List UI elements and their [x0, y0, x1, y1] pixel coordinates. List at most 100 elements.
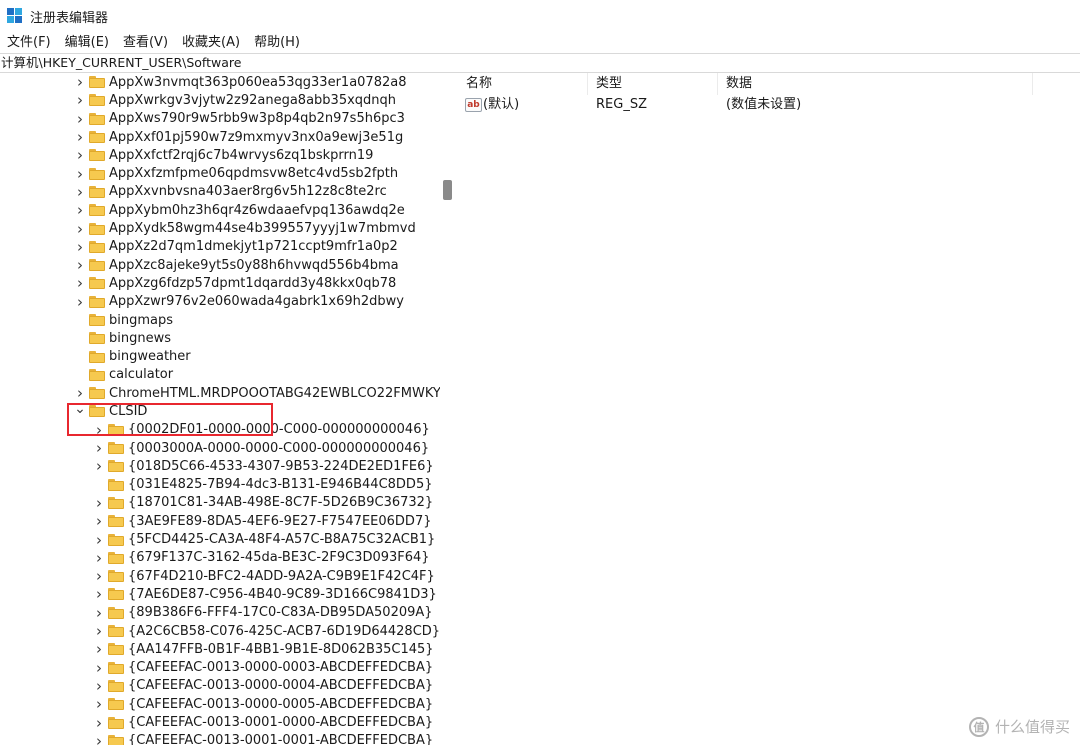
chevron-right-icon[interactable]: › — [92, 585, 106, 603]
tree-item[interactable]: bingnews — [0, 329, 440, 347]
tree-item[interactable]: › {679F137C-3162-45da-BE3C-2F9C3D093F64} — [0, 549, 440, 567]
tree-item[interactable]: › AppXw3nvmqt363p060ea53qg33er1a0782a8 — [0, 73, 440, 91]
folder-icon — [108, 515, 124, 528]
chevron-right-icon[interactable]: › — [73, 201, 87, 219]
chevron-right-icon[interactable]: › — [92, 549, 106, 567]
tree-item[interactable]: bingweather — [0, 347, 440, 365]
tree-item[interactable]: › {CAFEEFAC-0013-0000-0005-ABCDEFFEDCBA} — [0, 695, 440, 713]
tree-item[interactable]: › {5FCD4425-CA3A-48F4-A57C-B8A75C32ACB1} — [0, 530, 440, 549]
tree-item[interactable]: › {CAFEEFAC-0013-0001-0001-ABCDEFFEDCBA} — [0, 732, 440, 745]
folder-icon — [108, 533, 124, 546]
tree-item[interactable]: › {18701C81-34AB-498E-8C7F-5D26B9C36732} — [0, 494, 440, 512]
tree-item-label: AppXzg6fdzp57dpmt1dqardd3y48kkx0qb78 — [109, 275, 397, 291]
tree-item[interactable]: › AppXxfzmfpme06qpdmsvw8etc4vd5sb2fpth — [0, 164, 440, 183]
tree-item[interactable]: › AppXxf01pj590w7z9mxmyv3nx0a9ewj3e51g — [0, 128, 440, 146]
folder-icon — [89, 314, 105, 326]
tree-item[interactable]: › AppXzc8ajeke9yt5s0y88h6hvwqd556b4bma — [0, 256, 440, 274]
value-row[interactable]: ab (默认) REG_SZ (数值未设置) — [457, 95, 1080, 115]
chevron-right-icon[interactable]: › — [92, 604, 106, 622]
column-header-name[interactable]: 名称 — [466, 73, 586, 95]
tree-item[interactable]: › {018D5C66-4533-4307-9B53-224DE2ED1FE6} — [0, 457, 440, 475]
tree-item[interactable]: › {A2C6CB58-C076-425C-ACB7-6D19D64428CD} — [0, 622, 440, 640]
menu-view[interactable]: 查看(V) — [116, 32, 175, 54]
address-bar[interactable]: 计算机\HKEY_CURRENT_USER\Software — [0, 53, 1080, 73]
column-header-data[interactable]: 数据 — [726, 73, 1026, 95]
folder-icon — [89, 131, 105, 144]
tree-item-label: {5FCD4425-CA3A-48F4-A57C-B8A75C32ACB1} — [128, 532, 436, 548]
tree-item[interactable]: bingmaps — [0, 311, 440, 329]
values-pane[interactable]: 名称 类型 数据 ab (默认) REG_SZ (数值未设置) — [457, 73, 1080, 745]
tree-item[interactable]: › {AA147FFB-0B1F-4BB1-9B1E-8D062B35C145} — [0, 640, 440, 658]
column-header-type[interactable]: 类型 — [596, 73, 716, 95]
tree-item[interactable]: › AppXzwr976v2e060wada4gabrk1x69h2dbwy — [0, 293, 440, 311]
chevron-right-icon[interactable]: › — [73, 146, 87, 164]
menu-edit[interactable]: 编辑(E) — [58, 32, 116, 54]
chevron-right-icon[interactable]: › — [92, 494, 106, 512]
folder-icon — [89, 167, 105, 180]
chevron-right-icon[interactable]: › — [73, 128, 87, 146]
chevron-right-icon[interactable]: › — [92, 457, 106, 475]
chevron-right-icon[interactable]: › — [73, 274, 87, 292]
chevron-right-icon[interactable]: › — [73, 256, 87, 274]
folder-icon — [108, 679, 124, 692]
chevron-right-icon[interactable]: › — [73, 183, 87, 201]
tree-item[interactable]: › AppXxvnbvsna403aer8rg6v5h12z8c8te2rc — [0, 183, 440, 201]
chevron-right-icon[interactable]: › — [73, 110, 87, 128]
tree-item[interactable]: › AppXydk58wgm44se4b399557yyyj1w7mbmvd — [0, 219, 440, 238]
tree-item[interactable]: › {89B386F6-FFF4-17C0-C83A-DB95DA50209A} — [0, 604, 440, 622]
column-divider[interactable] — [1032, 73, 1033, 95]
tree-item[interactable]: › AppXybm0hz3h6qr4z6wdaaefvpq136awdq2e — [0, 201, 440, 219]
folder-icon — [108, 460, 124, 473]
chevron-right-icon[interactable]: › — [92, 439, 106, 457]
chevron-right-icon[interactable]: › — [92, 640, 106, 658]
chevron-right-icon[interactable]: › — [92, 531, 106, 549]
tree-item[interactable]: › AppXxfctf2rqj6c7b4wrvys6zq1bskprrn19 — [0, 146, 440, 164]
tree-item[interactable]: {031E4825-7B94-4dc3-B131-E946B44C8DD5} — [0, 476, 440, 494]
tree-item[interactable]: › {CAFEEFAC-0013-0001-0000-ABCDEFFEDCBA} — [0, 713, 440, 732]
tree-item[interactable]: › AppXws790r9w5rbb9w3p8p4qb2n97s5h6pc3 — [0, 110, 440, 128]
column-divider[interactable] — [587, 73, 588, 95]
chevron-right-icon[interactable]: › — [73, 73, 87, 91]
tree-item[interactable]: › {7AE6DE87-C956-4B40-9C89-3D166C9841D3} — [0, 585, 440, 603]
folder-icon — [89, 94, 105, 107]
column-divider[interactable] — [717, 73, 718, 95]
address-path[interactable]: 计算机\HKEY_CURRENT_USER\Software — [0, 54, 1080, 72]
tree-item[interactable]: › {0003000A-0000-0000-C000-000000000046} — [0, 439, 440, 457]
tree-item[interactable]: calculator — [0, 366, 440, 384]
key-tree-pane[interactable]: › AppXw3nvmqt363p060ea53qg33er1a0782a8 › Ap… — [0, 73, 456, 745]
title-bar[interactable]: 注册表编辑器 — [0, 0, 1080, 32]
chevron-right-icon[interactable]: › — [92, 677, 106, 695]
tree-item[interactable]: › ChromeHTML.MRDPOOOTABG42EWBLCO22FMWKY — [0, 384, 440, 402]
folder-icon — [108, 643, 124, 656]
chevron-right-icon[interactable]: › — [92, 622, 106, 640]
tree-item[interactable]: › AppXzg6fdzp57dpmt1dqardd3y48kkx0qb78 — [0, 274, 440, 292]
menu-file[interactable]: 文件(F) — [0, 32, 58, 54]
tree-item[interactable]: › {CAFEEFAC-0013-0000-0004-ABCDEFFEDCBA} — [0, 677, 440, 695]
chevron-right-icon[interactable]: › — [73, 384, 87, 402]
chevron-right-icon[interactable]: › — [73, 165, 87, 183]
chevron-right-icon[interactable]: › — [73, 293, 87, 311]
tree-item-label: AppXw3nvmqt363p060ea53qg33er1a0782a8 — [109, 74, 407, 90]
tree-item[interactable]: › {3AE9FE89-8DA5-4EF6-9E27-F7547EE06DD7} — [0, 512, 440, 530]
chevron-right-icon[interactable]: › — [92, 567, 106, 585]
chevron-right-icon[interactable]: › — [92, 732, 106, 745]
tree-item[interactable]: › AppXwrkgv3vjytw2z92anega8abb35xqdnqh — [0, 91, 440, 109]
chevron-right-icon[interactable]: › — [73, 91, 87, 109]
tree-item[interactable]: › {CAFEEFAC-0013-0000-0003-ABCDEFFEDCBA} — [0, 659, 440, 677]
folder-icon — [108, 478, 124, 491]
tree-item[interactable]: › AppXz2d7qm1dmekjyt1p721ccpt9mfr1a0p2 — [0, 238, 440, 256]
registry-editor-window: 注册表编辑器 文件(F) 编辑(E) 查看(V) 收藏夹(A) 帮助(H) 计算… — [0, 0, 1080, 745]
chevron-right-icon[interactable]: › — [73, 238, 87, 256]
chevron-right-icon[interactable]: › — [92, 714, 106, 732]
tree-item[interactable]: › {67F4D210-BFC2-4ADD-9A2A-C9B9E1F42C4F} — [0, 567, 440, 585]
chevron-right-icon[interactable]: › — [73, 220, 87, 238]
folder-icon — [108, 496, 124, 509]
chevron-right-icon[interactable]: › — [92, 695, 106, 713]
chevron-right-icon[interactable]: › — [92, 512, 106, 530]
menu-favorites[interactable]: 收藏夹(A) — [175, 32, 247, 54]
tree-scrollbar-thumb[interactable] — [443, 180, 452, 200]
menu-help[interactable]: 帮助(H) — [247, 32, 307, 54]
tree-scrollbar[interactable] — [440, 73, 456, 745]
chevron-right-icon[interactable]: › — [92, 659, 106, 677]
tree-item-label: {3AE9FE89-8DA5-4EF6-9E27-F7547EE06DD7} — [128, 513, 432, 529]
